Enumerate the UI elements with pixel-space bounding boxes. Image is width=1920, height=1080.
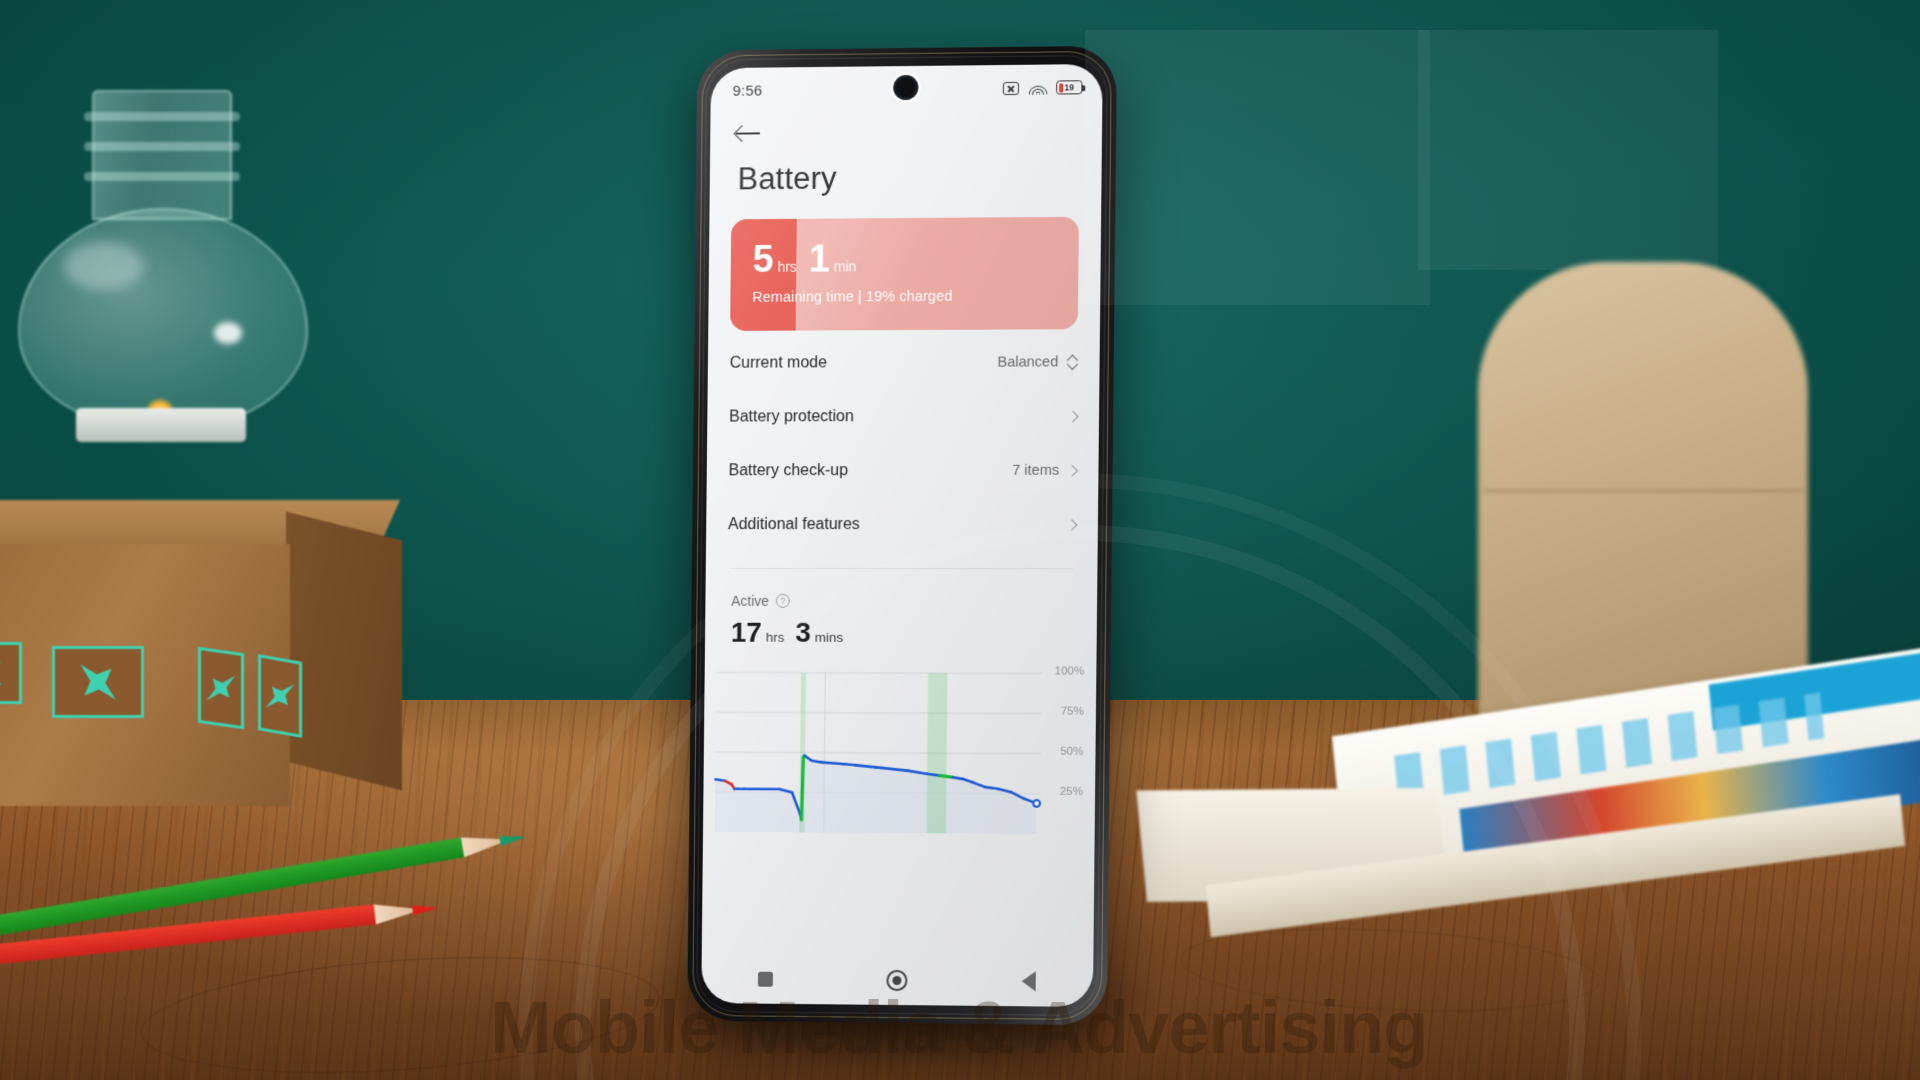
battery-chart-svg xyxy=(703,663,1097,861)
active-label: Active xyxy=(731,592,770,609)
updown-icon[interactable] xyxy=(1067,354,1077,370)
row-label: Battery check-up xyxy=(728,462,849,480)
row-battery-check-up[interactable]: Battery check-up 7 items xyxy=(728,444,1078,499)
row-label: Current mode xyxy=(729,354,828,372)
chevron-right-icon xyxy=(1066,465,1078,477)
chart-y-tick-label: 75% xyxy=(1060,705,1084,718)
block-front-face xyxy=(0,544,290,806)
office-chair xyxy=(1478,262,1808,732)
back-button-icon[interactable] xyxy=(1021,971,1036,992)
lamp-highlight-2 xyxy=(214,322,242,344)
active-usage-header: Active ? xyxy=(731,593,1097,609)
status-bar-clock: 9:56 xyxy=(732,82,763,100)
page-content: Battery 5 hrs 1 min Remaining time | 19%… xyxy=(703,110,1103,860)
battery-icon: 19 xyxy=(1056,80,1083,95)
chart-y-tick-label: 100% xyxy=(1054,665,1085,678)
page-title: Battery xyxy=(737,160,837,197)
mute-icon xyxy=(1002,81,1020,95)
remaining-minutes: 1 xyxy=(808,238,831,281)
row-accessory: 7 items xyxy=(1012,462,1078,479)
tealight-candle xyxy=(76,408,246,442)
navigation-back-bar xyxy=(710,110,1102,144)
row-accessory xyxy=(1059,519,1078,531)
battery-history-chart: 100% 75% 50% 25% xyxy=(703,663,1097,861)
glass-oil-lamp xyxy=(18,90,308,510)
row-current-mode[interactable]: Current mode Balanced xyxy=(729,335,1077,390)
decorative-tile xyxy=(198,646,244,730)
back-arrow-icon[interactable] xyxy=(736,123,762,143)
battery-card-subtitle: Remaining time | 19% charged xyxy=(752,288,953,306)
decorative-tile xyxy=(52,646,144,718)
remaining-hours-unit: hrs xyxy=(777,258,797,275)
remaining-minutes-unit: min xyxy=(833,258,857,275)
row-label: Additional features xyxy=(727,516,860,534)
question-icon[interactable]: ? xyxy=(775,593,790,608)
row-accessory xyxy=(1060,410,1079,423)
active-minutes-unit: mins xyxy=(814,629,844,645)
decorative-tile xyxy=(258,654,302,738)
battery-summary-card: 5 hrs 1 min Remaining time | 19% charged xyxy=(730,216,1079,331)
lamp-ring-2 xyxy=(84,142,240,151)
block-side-face xyxy=(286,511,402,791)
chair-seam xyxy=(1484,490,1804,492)
chart-y-tick-label: 25% xyxy=(1059,785,1084,799)
remaining-hours: 5 xyxy=(752,238,774,281)
decorative-tile xyxy=(0,642,22,704)
phone-screen: 9:56 19 Battery 5 hrs 1 min Remaining ti… xyxy=(701,63,1103,1007)
chevron-right-icon xyxy=(1066,519,1078,531)
wooden-block xyxy=(0,500,402,830)
settings-list: Current mode Balanced Battery protection xyxy=(706,335,1100,552)
row-value: 7 items xyxy=(1012,462,1060,479)
lamp-ring-1 xyxy=(84,112,240,121)
active-hours: 17 xyxy=(730,616,762,648)
row-accessory: Balanced xyxy=(997,354,1077,370)
status-bar-icons: 19 xyxy=(1002,80,1083,95)
active-minutes: 3 xyxy=(795,616,812,648)
smartphone: 9:56 19 Battery 5 hrs 1 min Remaining ti… xyxy=(637,45,1158,1066)
recents-button-icon[interactable] xyxy=(757,971,773,987)
lamp-ring-3 xyxy=(84,172,240,181)
home-button-icon[interactable] xyxy=(886,969,908,991)
chart-y-tick-label: 50% xyxy=(1060,745,1084,758)
active-usage-value: 17 hrs 3 mins xyxy=(731,617,1097,650)
row-battery-protection[interactable]: Battery protection xyxy=(729,389,1079,444)
lamp-glass-bowl xyxy=(18,208,308,428)
row-additional-features[interactable]: Additional features xyxy=(727,498,1078,552)
android-navigation-bar xyxy=(701,953,1093,1007)
remaining-time-value: 5 hrs 1 min xyxy=(752,238,1078,281)
active-usage-section: Active ? 17 hrs 3 mins xyxy=(705,569,1098,650)
wifi-icon xyxy=(1027,81,1048,95)
battery-percent-text: 19 xyxy=(1064,81,1075,92)
lamp-chimney xyxy=(92,90,232,220)
chevron-right-icon xyxy=(1067,410,1079,423)
active-hours-unit: hrs xyxy=(765,629,785,645)
row-value: Balanced xyxy=(997,354,1059,371)
lamp-highlight-1 xyxy=(64,242,144,290)
phone-body: 9:56 19 Battery 5 hrs 1 min Remaining ti… xyxy=(687,45,1118,1026)
row-label: Battery protection xyxy=(729,408,854,426)
